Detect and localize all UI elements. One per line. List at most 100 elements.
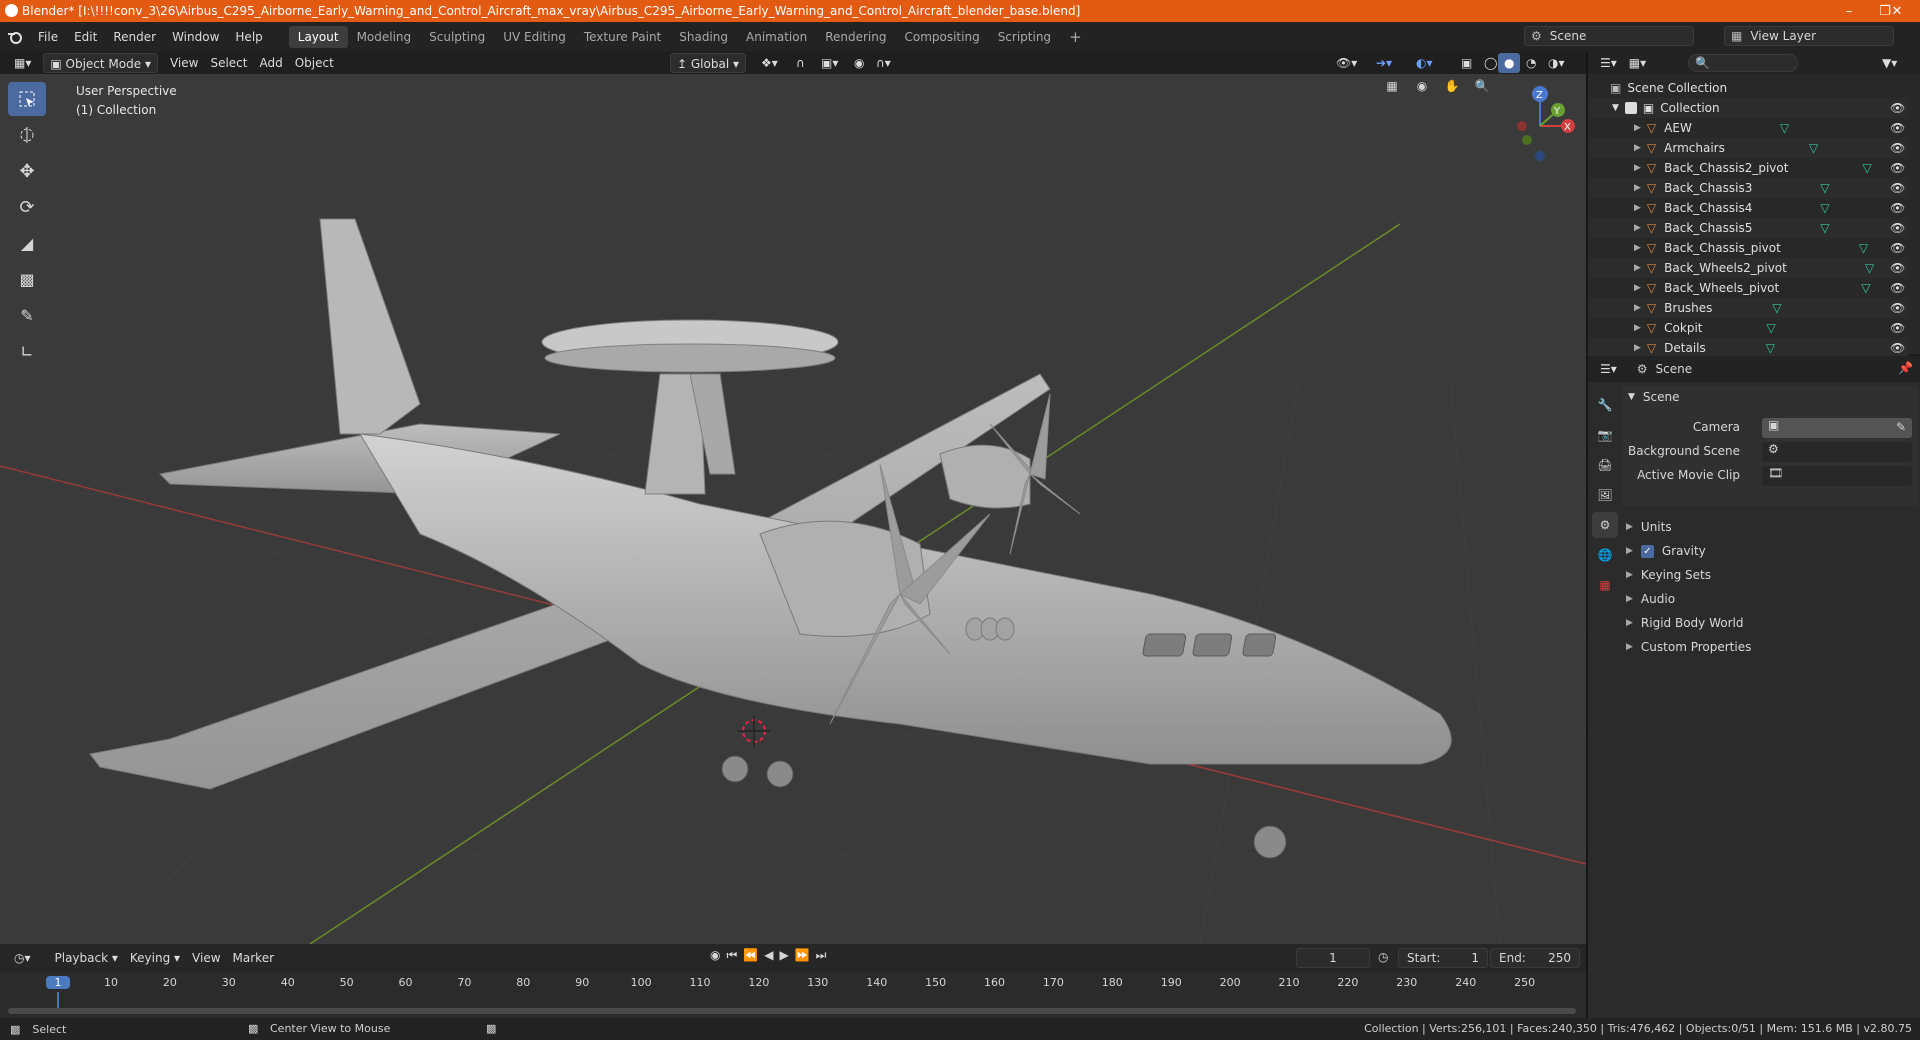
tab-animation[interactable]: Animation (737, 26, 816, 48)
tab-layout[interactable]: Layout (288, 26, 348, 48)
toggle-quad-view-icon[interactable]: ▦ (1380, 74, 1404, 98)
outliner-item[interactable]: ▶ ▽ Back_Chassis5 ▽ 👁 (1588, 218, 1908, 238)
material-shading-icon[interactable]: ◔ (1520, 53, 1542, 73)
play-icon[interactable]: ▶ (779, 948, 788, 963)
proportional-edit-icon[interactable]: ◉ (848, 53, 870, 73)
start-frame-field[interactable]: Start: 1 (1398, 948, 1488, 968)
pivot-icon[interactable]: ❖▾ (755, 53, 784, 73)
tab-sculpting[interactable]: Sculpting (420, 26, 494, 48)
preview-range-icon[interactable]: ◷ (1378, 950, 1388, 964)
camera-view-icon[interactable]: ◉ (1410, 74, 1434, 98)
outliner-item[interactable]: ▶ ▽ AEW ▽ 👁 (1588, 118, 1908, 138)
outliner-item[interactable]: ▶ ▽ Back_Chassis4 ▽ 👁 (1588, 198, 1908, 218)
view-layer-selector[interactable]: ▦ View Layer (1724, 26, 1894, 46)
menu-edit[interactable]: Edit (66, 26, 105, 48)
prev-keyframe-icon[interactable]: ⏪ (743, 948, 758, 963)
tab-modeling[interactable]: Modeling (348, 26, 421, 48)
property-section[interactable]: ▶ Audio (1626, 588, 1675, 610)
menu-playback[interactable]: Playback ▾ (49, 948, 124, 968)
end-frame-field[interactable]: End: 250 (1490, 948, 1580, 968)
snap-target-icon[interactable]: ▣▾ (815, 53, 844, 73)
expand-arrow-icon[interactable]: ▶ (1634, 143, 1641, 153)
menu-object[interactable]: Object (289, 53, 340, 73)
jump-end-icon[interactable]: ⏭ (816, 948, 827, 963)
scene-tab-icon[interactable]: ⚙ (1592, 512, 1618, 538)
properties-editor-type-icon[interactable]: ☰▾ (1594, 359, 1623, 379)
expand-arrow-icon[interactable]: ▶ (1634, 243, 1641, 253)
display-mode-icon[interactable]: ▦▾ (1623, 53, 1652, 73)
outliner-item[interactable]: ▶ ▽ Cokpit ▽ 👁 (1588, 318, 1908, 338)
editor-type-icon[interactable]: ▦▾ (8, 53, 37, 73)
eye-icon[interactable]: 👁 (1890, 221, 1905, 235)
expand-arrow-icon[interactable]: ▶ (1634, 263, 1641, 273)
pin-icon[interactable]: 📌 (1898, 361, 1913, 375)
play-reverse-icon[interactable]: ◀ (764, 948, 773, 963)
jump-start-icon[interactable]: ⏮ (726, 948, 737, 963)
annotate-tool-icon[interactable]: ✎ (8, 298, 46, 332)
outliner-scene-collection[interactable]: ▣ Scene Collection (1588, 78, 1908, 98)
measure-tool-icon[interactable]: ∟ (8, 334, 46, 368)
eye-icon[interactable]: 👁 (1890, 141, 1905, 155)
move-tool-icon[interactable]: ✥ (8, 154, 46, 188)
outliner-item[interactable]: ▶ ▽ Back_Chassis2_pivot ▽ 👁 (1588, 158, 1908, 178)
tool-tab-icon[interactable]: 🔧 (1592, 392, 1618, 418)
tab-rendering[interactable]: Rendering (816, 26, 895, 48)
property-section[interactable]: ▶ Rigid Body World (1626, 612, 1743, 634)
expand-arrow-icon[interactable]: ▶ (1634, 163, 1641, 173)
menu-keying[interactable]: Keying ▾ (124, 948, 186, 968)
outliner-item[interactable]: ▶ ▽ Back_Wheels_pivot ▽ 👁 (1588, 278, 1908, 298)
menu-marker[interactable]: Marker (227, 948, 280, 968)
property-section[interactable]: ▶ Keying Sets (1626, 564, 1711, 586)
outliner-item[interactable]: ▶ ▽ Details ▽ 👁 (1588, 338, 1908, 358)
select-box-tool[interactable] (8, 82, 46, 116)
property-section[interactable]: ▶ Custom Properties (1626, 636, 1751, 658)
eye-icon[interactable]: 👁 (1890, 241, 1905, 255)
expand-arrow-icon[interactable]: ▶ (1634, 183, 1641, 193)
outliner-collection[interactable]: ▼ ▣ Collection 👁 (1588, 98, 1908, 118)
output-tab-icon[interactable]: 🖨 (1592, 452, 1618, 478)
eye-icon[interactable]: 👁 (1890, 181, 1905, 195)
filter-icon[interactable]: ▼▾ (1876, 53, 1903, 73)
expand-arrow-icon[interactable]: ▶ (1634, 283, 1641, 293)
visibility-icon[interactable]: 👁▾ (1330, 53, 1363, 73)
outliner-item[interactable]: ▶ ▽ Brushes ▽ 👁 (1588, 298, 1908, 318)
menu-window[interactable]: Window (164, 26, 227, 48)
render-tab-icon[interactable]: 📷 (1592, 422, 1618, 448)
expand-arrow-icon[interactable]: ▶ (1634, 223, 1641, 233)
current-frame-marker[interactable]: 1 (46, 976, 70, 989)
menu-view[interactable]: View (164, 53, 204, 73)
expand-arrow-icon[interactable]: ▶ (1634, 323, 1641, 333)
add-workspace-button[interactable]: + (1060, 26, 1091, 48)
scale-tool-icon[interactable]: ◢ (8, 226, 46, 260)
expand-arrow-icon[interactable]: ▶ (1634, 203, 1641, 213)
timeline-scrollbar[interactable] (8, 1008, 1576, 1014)
tab-uv-editing[interactable]: UV Editing (494, 26, 575, 48)
menu-render[interactable]: Render (105, 26, 164, 48)
tab-shading[interactable]: Shading (670, 26, 737, 48)
zoom-icon[interactable]: 🔍 (1470, 74, 1494, 98)
scene-panel-header[interactable]: ▼ Scene (1628, 386, 1680, 408)
view-layer-tab-icon[interactable]: 🖼 (1592, 482, 1618, 508)
tab-texture-paint[interactable]: Texture Paint (575, 26, 670, 48)
pan-hand-icon[interactable]: ✋ (1440, 74, 1464, 98)
property-section[interactable]: ▶ Units (1626, 516, 1672, 538)
current-frame-field[interactable]: 1 (1296, 948, 1370, 968)
expand-arrow-icon[interactable]: ▶ (1634, 343, 1641, 353)
timeline-area[interactable]: 1 10 20 30 40 50 60 70 80 90 100 110 120 130 140 150 160… (0, 972, 1586, 1018)
outliner-item[interactable]: ▶ ▽ Back_Chassis3 ▽ 👁 (1588, 178, 1908, 198)
collection-checkbox[interactable] (1624, 102, 1637, 114)
outliner-search-input[interactable]: 🔍 (1688, 54, 1798, 72)
navigation-gizmo[interactable]: Z X Y (1500, 84, 1584, 168)
record-button[interactable]: ◉ (710, 948, 720, 963)
eye-icon[interactable]: 👁 (1890, 161, 1905, 175)
outliner-item[interactable]: ▶ ▽ Armchairs ▽ 👁 (1588, 138, 1908, 158)
xray-icon[interactable]: ▣ (1455, 53, 1478, 73)
transform-tool-icon[interactable]: ▩ (8, 262, 46, 296)
expand-arrow-icon[interactable]: ▶ (1634, 123, 1641, 133)
3d-viewport[interactable]: User Perspective (1) Collection ▦ ◉ ✋ 🔍 … (0, 74, 1586, 944)
camera-field[interactable]: ▣ ✎ (1762, 418, 1912, 438)
outliner-item[interactable]: ▶ ▽ Back_Wheels2_pivot ▽ 👁 (1588, 258, 1908, 278)
expand-arrow-icon[interactable]: ▶ (1634, 303, 1641, 313)
object-mode-dropdown[interactable]: ▣ Object Mode ▾ (43, 53, 158, 73)
transform-orientation-dropdown[interactable]: ↥ Global ▾ (670, 53, 746, 73)
